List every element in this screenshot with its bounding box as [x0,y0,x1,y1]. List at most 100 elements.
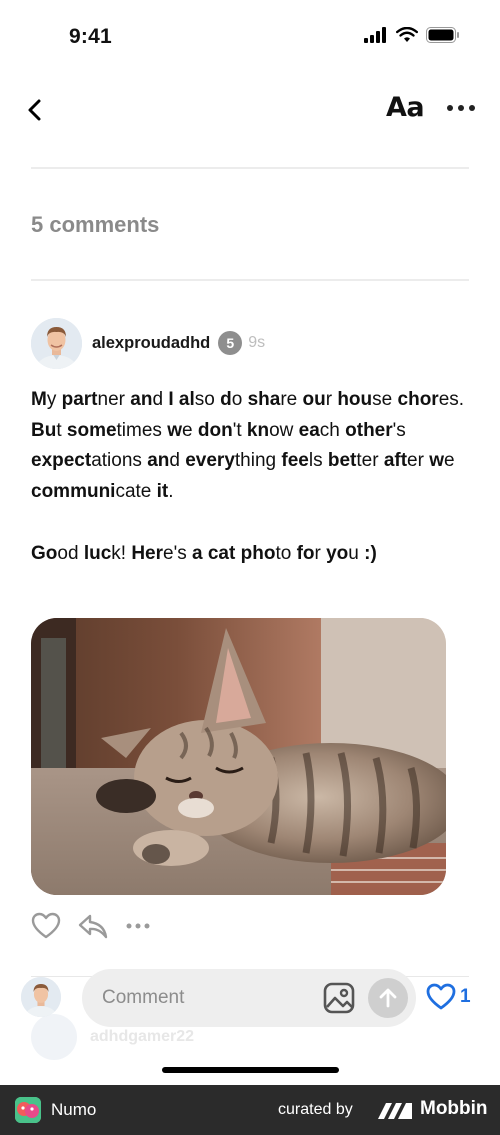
reply-arrow-icon [78,914,108,939]
like-button[interactable] [31,912,61,940]
word-emphasis: every [185,450,235,472]
word-rest: d [152,389,169,410]
word-rest: ations [91,450,148,472]
word-emphasis: aft [383,450,408,472]
attach-image-button[interactable] [322,981,356,1015]
word-rest: e [444,450,455,472]
word-rest: y [46,389,62,410]
word-emphasis: ea [298,419,320,441]
word-emphasis: luc [83,542,112,564]
timestamp: 9s [248,334,266,351]
word-emphasis: don [197,419,233,441]
word-emphasis: d [220,389,232,410]
divider [31,167,469,169]
more-options-button[interactable] [446,98,476,118]
word-emphasis: fo [296,542,315,564]
ellipsis-icon [126,923,150,929]
next-comment-username: adhdgamer22 [90,1028,195,1045]
home-indicator [162,1067,339,1073]
word-emphasis: it [156,481,169,503]
word-rest: e [182,419,198,441]
word-emphasis: an [130,389,153,410]
word-rest: ls [308,450,328,472]
word-emphasis: M [31,389,47,410]
word-rest: od [57,542,84,564]
word-rest: ner [97,389,131,410]
mobbin-logo-icon [378,1103,412,1119]
word-rest: d [169,450,186,472]
word-rest: times [116,419,168,441]
word-emphasis: a [192,542,208,564]
word-emphasis: part [61,389,98,410]
comment-actions [31,910,151,942]
status-time: 9:41 [69,25,112,48]
ellipsis-icon [447,105,475,111]
word-emphasis: some [66,419,117,441]
word-emphasis: communi [31,481,116,503]
comments-count: 5 comments [31,212,160,237]
word-emphasis: expect [31,450,92,472]
word-emphasis: Bu [31,419,57,441]
word-emphasis: ou [302,389,326,410]
footer-bar: Numo curated by Mobbin [0,1085,500,1135]
image-icon [323,982,355,1014]
app-icon [15,1097,41,1123]
word-emphasis: w [429,450,445,472]
comment-body: My partner and I also do share our house… [31,385,471,570]
divider [31,279,469,281]
word-emphasis: cat [207,542,241,564]
word-rest: so [194,389,221,410]
word-rest: re [280,389,303,410]
word-emphasis: Go [31,542,58,564]
curated-by-label: curated by [278,1101,353,1118]
kitten-photo [31,618,446,895]
heart-outline-icon [426,983,456,1010]
arrow-up-icon [379,988,397,1008]
word-rest: se [372,389,398,410]
wifi-icon [396,27,418,42]
chevron-left-icon [28,99,41,121]
word-emphasis: sha [247,389,281,410]
font-size-button[interactable]: Aa [386,92,425,123]
comment-photo[interactable] [31,618,446,895]
word-rest: 't [232,419,247,441]
word-emphasis: an [147,450,170,472]
avatar-photo [31,317,82,369]
word-emphasis: w [167,419,182,441]
app-name: Numo [51,1100,97,1119]
send-button[interactable] [368,978,408,1018]
avatar[interactable] [31,317,82,369]
comment-more-button[interactable] [125,921,151,931]
post-like-button[interactable]: 1 [426,983,471,1011]
comment-header: alexproudadhd 5 9s [31,317,265,369]
username[interactable]: alexproudadhd [92,334,210,353]
status-bar: 9:41 [0,0,500,70]
word-emphasis: I [168,389,179,410]
word-emphasis: chor [397,389,439,410]
word-rest: to [275,542,297,564]
word-rest: t [56,419,67,441]
reply-button[interactable] [77,912,109,940]
word-rest: k! [111,542,132,564]
cellular-signal-icon [364,27,386,43]
comment-composer [82,969,416,1027]
word-rest: e's [163,542,192,564]
word-emphasis: fee [281,450,309,472]
word-rest: 's [392,419,406,441]
like-count: 1 [460,986,471,1007]
word-emphasis: other [345,419,393,441]
word-emphasis: bet [327,450,357,472]
comment-input[interactable] [102,969,312,1027]
word-emphasis: Her [131,542,164,564]
level-badge: 5 [218,331,243,355]
word-rest: cate [115,481,157,503]
word-emphasis: pho [240,542,276,564]
top-nav: Aa [0,88,500,132]
word-emphasis: kn [246,419,270,441]
back-button[interactable] [24,96,48,124]
brand-name: Mobbin [420,1098,488,1119]
word-emphasis: yo [326,542,349,564]
word-rest: u [348,542,365,564]
heart-outline-icon [31,912,61,939]
